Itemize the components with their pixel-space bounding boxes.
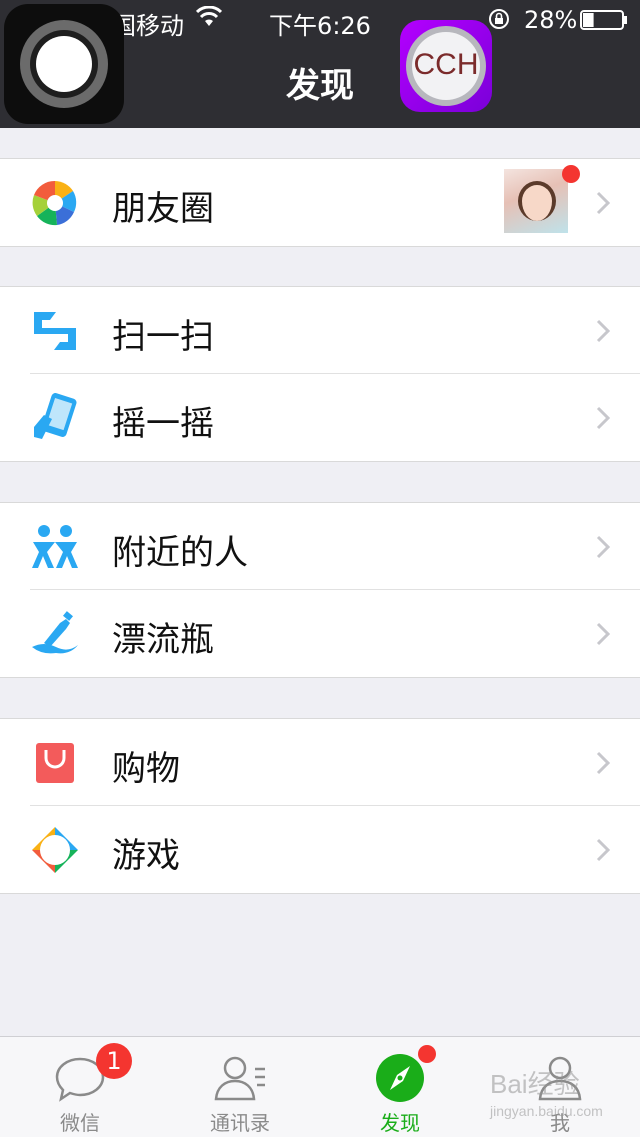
cch-app-label: CCH (413, 48, 479, 81)
contacts-icon (214, 1056, 265, 1101)
games-icon (32, 827, 78, 873)
chevron-right-icon (596, 191, 610, 215)
tab-contacts[interactable]: 通讯录 (160, 1037, 320, 1137)
battery-icon (580, 10, 627, 30)
scan-icon (34, 312, 76, 350)
menu-item-label: 摇一摇 (112, 404, 214, 444)
watermark-text: Bai经验 (490, 1069, 580, 1099)
section-shopping-games: 购物 游戏 (0, 718, 640, 894)
cch-app-icon[interactable]: CCH (400, 20, 492, 112)
people-nearby-icon (32, 525, 78, 568)
moments-aperture-icon (32, 180, 77, 226)
tab-discover[interactable]: 发现 (320, 1037, 480, 1137)
menu-item-shake[interactable]: 摇一摇 (0, 373, 640, 461)
menu-item-games[interactable]: 游戏 (0, 805, 640, 893)
discover-new-dot (418, 1045, 436, 1063)
chevron-right-icon (596, 838, 610, 862)
tab-chats[interactable]: 1 微信 (0, 1037, 160, 1137)
section-nearby-bottle: 附近的人 漂流瓶 (0, 502, 640, 678)
menu-item-drift-bottle[interactable]: 漂流瓶 (0, 589, 640, 677)
menu-item-label: 附近的人 (112, 533, 248, 573)
menu-item-label: 游戏 (112, 836, 180, 876)
baidu-jingyan-watermark: Bai经验 jingyan.baidu.com (490, 1064, 603, 1119)
battery-percent: 28% (524, 6, 578, 34)
chevron-right-icon (596, 751, 610, 775)
menu-item-label: 扫一扫 (112, 317, 214, 357)
chevron-right-icon (596, 319, 610, 343)
shopping-bag-icon (36, 743, 74, 783)
new-moment-dot (562, 165, 580, 183)
menu-item-moments[interactable]: 朋友圈 (0, 159, 640, 246)
menu-item-people-nearby[interactable]: 附近的人 (0, 503, 640, 590)
moments-latest-avatar (504, 169, 568, 233)
rotation-lock-icon (489, 9, 509, 29)
menu-item-scan[interactable]: 扫一扫 (0, 287, 640, 374)
tab-label: 微信 (60, 1111, 100, 1135)
chevron-right-icon (596, 406, 610, 430)
menu-item-label: 漂流瓶 (112, 620, 214, 660)
section-moments: 朋友圈 (0, 158, 640, 247)
tab-label: 通讯录 (210, 1111, 270, 1135)
menu-item-shopping[interactable]: 购物 (0, 719, 640, 806)
watermark-url: jingyan.baidu.com (490, 1103, 603, 1119)
tab-label: 发现 (380, 1111, 420, 1135)
section-scan-shake: 扫一扫 摇一摇 (0, 286, 640, 462)
chevron-right-icon (596, 535, 610, 559)
assistive-touch-button[interactable] (4, 4, 124, 124)
chevron-right-icon (596, 622, 610, 646)
unread-badge: 1 (96, 1043, 132, 1079)
menu-item-label: 购物 (112, 749, 180, 789)
menu-item-label: 朋友圈 (112, 189, 214, 229)
shake-icon (34, 393, 77, 439)
drift-bottle-icon (32, 611, 78, 654)
